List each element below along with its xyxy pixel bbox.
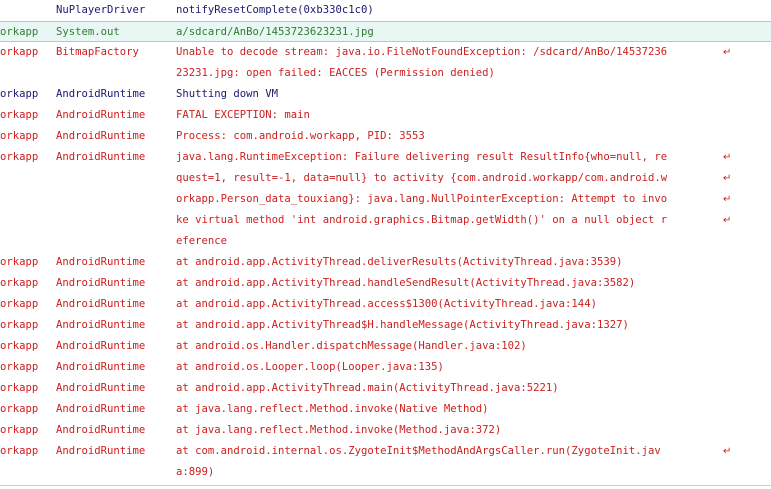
log-message: at com.android.internal.os.ZygoteInit$Me… <box>176 445 661 457</box>
log-row[interactable]: orkapp AndroidRuntime FATAL EXCEPTION: mai… <box>0 105 771 126</box>
line-wrap-icon: ↵ <box>723 47 732 58</box>
line-wrap-icon: ↵ <box>723 152 732 163</box>
log-row[interactable]: orkapp AndroidRuntime at java.lang.reflect… <box>0 420 771 441</box>
log-app: orkapp <box>0 361 39 373</box>
log-app: orkapp <box>0 445 39 457</box>
log-tag: BitmapFactory <box>56 46 139 58</box>
log-app: orkapp <box>0 46 39 58</box>
log-message: at android.app.ActivityThread$H.handleMe… <box>176 319 629 331</box>
log-tag: AndroidRuntime <box>56 109 146 121</box>
log-tag: AndroidRuntime <box>56 130 146 142</box>
log-message: a:899) <box>176 466 215 478</box>
log-message: FATAL EXCEPTION: main <box>176 109 310 121</box>
log-message: at android.app.ActivityThread.handleSend… <box>176 277 636 289</box>
log-row[interactable]: orkapp AndroidRuntime at java.lang.reflect… <box>0 399 771 420</box>
log-app: orkapp <box>0 319 39 331</box>
log-tag: AndroidRuntime <box>56 256 146 268</box>
log-tag: NuPlayerDriver <box>56 4 146 16</box>
log-app: orkapp <box>0 26 39 38</box>
log-message: Unable to decode stream: java.io.FileNot… <box>176 46 668 58</box>
log-row[interactable]: orkapp AndroidRuntime Shutting down VM <box>0 84 771 105</box>
log-app: orkapp <box>0 340 39 352</box>
log-row[interactable]: orkapp AndroidRuntime at com.android.inter… <box>0 441 771 483</box>
line-wrap-icon: ↵ <box>723 446 732 457</box>
log-row[interactable]: orkapp AndroidRuntime at android.app.Activ… <box>0 273 771 294</box>
log-tag: AndroidRuntime <box>56 277 146 289</box>
log-message: at android.os.Looper.loop(Looper.java:13… <box>176 361 444 373</box>
log-app: orkapp <box>0 88 39 100</box>
log-message: at android.app.ActivityThread.main(Activ… <box>176 382 559 394</box>
log-tag: AndroidRuntime <box>56 88 146 100</box>
log-message: quest=1, result=-1, data=null} to activi… <box>176 172 668 184</box>
panel-divider <box>0 485 771 486</box>
log-message: at android.app.ActivityThread.deliverRes… <box>176 256 623 268</box>
log-row[interactable]: NuPlayerDriver notifyResetComplete(0xb330… <box>0 0 771 21</box>
log-message: notifyResetComplete(0xb330c1c0) <box>176 4 374 16</box>
log-tag: AndroidRuntime <box>56 298 146 310</box>
log-message: 23231.jpg: open failed: EACCES (Permissi… <box>176 67 495 79</box>
line-wrap-icon: ↵ <box>723 194 732 205</box>
log-app: orkapp <box>0 403 39 415</box>
log-row[interactable]: orkapp AndroidRuntime at android.app.Activ… <box>0 315 771 336</box>
log-app: orkapp <box>0 382 39 394</box>
log-app: orkapp <box>0 130 39 142</box>
line-wrap-icon: ↵ <box>723 173 732 184</box>
log-row[interactable]: orkapp BitmapFactory Unable to decode stre… <box>0 42 771 84</box>
log-row[interactable]: orkapp AndroidRuntime Process: com.android… <box>0 126 771 147</box>
log-tag: AndroidRuntime <box>56 151 146 163</box>
log-row[interactable]: orkapp AndroidRuntime at android.os.Looper… <box>0 357 771 378</box>
log-row[interactable]: orkapp System.out a/sdcard/AnBo/1453723623… <box>0 21 771 42</box>
logcat-panel: NuPlayerDriver notifyResetComplete(0xb330… <box>0 0 771 489</box>
log-row[interactable]: orkapp AndroidRuntime at android.app.Activ… <box>0 252 771 273</box>
line-wrap-icon: ↵ <box>723 215 732 226</box>
log-tag: AndroidRuntime <box>56 361 146 373</box>
log-tag: System.out <box>56 26 120 38</box>
log-app: orkapp <box>0 298 39 310</box>
log-tag: AndroidRuntime <box>56 340 146 352</box>
log-message: Shutting down VM <box>176 88 279 100</box>
log-message: orkapp.Person_data_touxiang}: java.lang.… <box>176 193 668 205</box>
log-row[interactable]: orkapp AndroidRuntime java.lang.RuntimeExc… <box>0 147 771 252</box>
log-message: at java.lang.reflect.Method.invoke(Nativ… <box>176 403 489 415</box>
log-row[interactable]: orkapp AndroidRuntime at android.app.Activ… <box>0 378 771 399</box>
log-row[interactable]: orkapp AndroidRuntime at android.os.Handle… <box>0 336 771 357</box>
log-message: at java.lang.reflect.Method.invoke(Metho… <box>176 424 502 436</box>
log-row[interactable]: orkapp AndroidRuntime at android.app.Activ… <box>0 294 771 315</box>
log-message: java.lang.RuntimeException: Failure deli… <box>176 151 668 163</box>
log-app: orkapp <box>0 109 39 121</box>
log-tag: AndroidRuntime <box>56 382 146 394</box>
log-tag: AndroidRuntime <box>56 403 146 415</box>
log-tag: AndroidRuntime <box>56 424 146 436</box>
log-message: a/sdcard/AnBo/1453723623231.jpg <box>176 26 374 38</box>
log-message: at android.app.ActivityThread.access$130… <box>176 298 597 310</box>
log-message: eference <box>176 235 228 247</box>
log-message: at android.os.Handler.dispatchMessage(Ha… <box>176 340 527 352</box>
log-app: orkapp <box>0 151 39 163</box>
log-message: Process: com.android.workapp, PID: 3553 <box>176 130 425 142</box>
log-app: orkapp <box>0 277 39 289</box>
log-app: orkapp <box>0 424 39 436</box>
log-tag: AndroidRuntime <box>56 319 146 331</box>
log-message: ke virtual method 'int android.graphics.… <box>176 214 668 226</box>
log-tag: AndroidRuntime <box>56 445 146 457</box>
log-app: orkapp <box>0 256 39 268</box>
